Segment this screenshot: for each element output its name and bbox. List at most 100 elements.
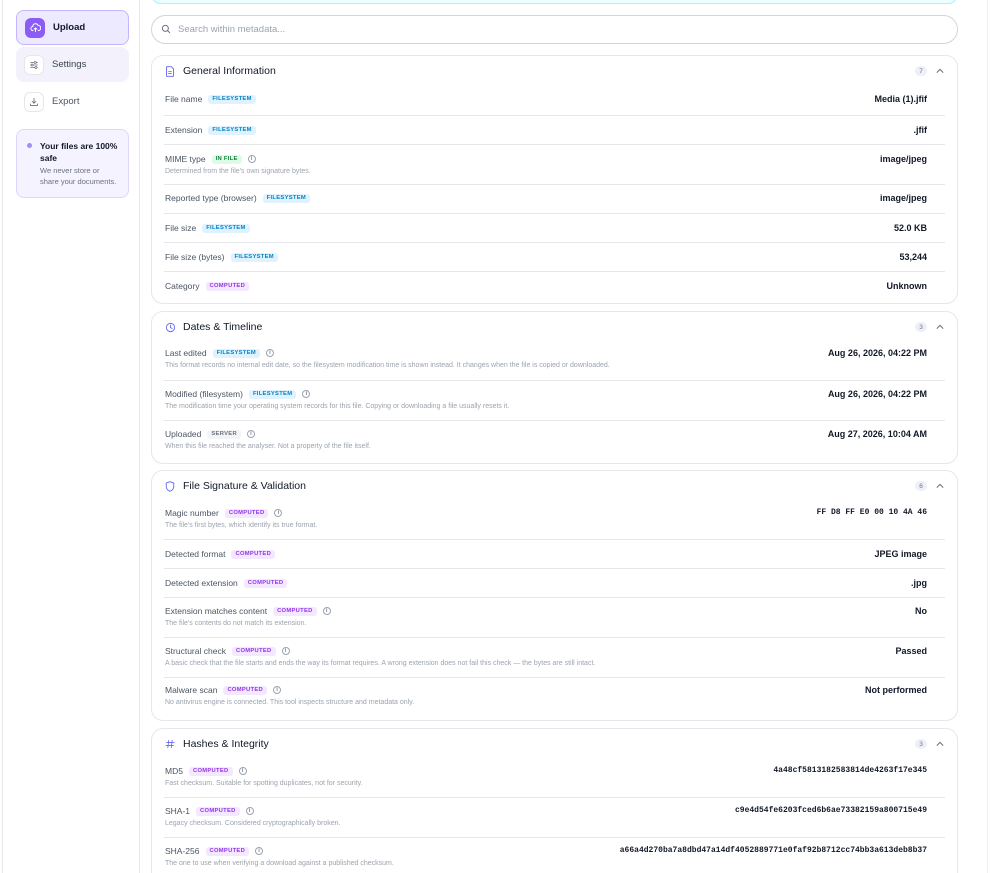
row-value: Media (1).jfif <box>874 94 927 104</box>
row-value: No <box>915 606 927 616</box>
info-icon[interactable]: i <box>255 847 264 855</box>
metadata-row: Uploaded SERVER i When this file reached th… <box>164 420 945 460</box>
window-border-left <box>2 0 3 873</box>
source-badge: FILESYSTEM <box>230 252 278 262</box>
clock-icon <box>164 321 176 333</box>
metadata-row: SHA-1 COMPUTED i Legacy checksum. Considere… <box>164 797 945 837</box>
info-icon[interactable]: i <box>302 390 311 398</box>
row-label: Category <box>165 281 200 291</box>
metadata-row: Detected format COMPUTED JPEG image <box>164 539 945 568</box>
row-label: MIME type <box>165 154 206 164</box>
download-icon <box>24 91 44 112</box>
metadata-row: Extension FILESYSTEM .jfif <box>164 115 945 144</box>
source-badge: IN FILE <box>211 154 242 164</box>
row-label: Magic number <box>165 508 219 518</box>
source-badge: COMPUTED <box>188 766 233 776</box>
chevron-up-icon[interactable] <box>935 322 945 332</box>
row-label: MD5 <box>165 766 183 776</box>
metadata-row: File size (bytes) FILESYSTEM 53,244 <box>164 242 945 271</box>
section-title: General Information <box>183 65 276 77</box>
row-description: The file's contents do not match its ext… <box>165 620 307 627</box>
row-value: c9e4d54fe6203fced6b6ae73382159a800715e49 <box>734 806 927 815</box>
source-badge: FILESYSTEM <box>202 223 250 233</box>
privacy-notice-text: We never store or share your documents. <box>40 166 117 186</box>
row-value: JPEG image <box>874 549 927 559</box>
source-badge: FILESYSTEM <box>208 125 256 135</box>
row-label: Last edited <box>165 348 207 358</box>
row-label: File size (bytes) <box>165 252 225 262</box>
source-badge: SERVER <box>207 429 241 439</box>
section-title: Hashes & Integrity <box>183 738 269 750</box>
section-dates-timeline: Dates & Timeline 3 Last edited FILESYSTEM… <box>151 311 958 464</box>
row-value: image/jpeg <box>879 193 927 203</box>
section-title: Dates & Timeline <box>183 321 263 333</box>
source-badge: FILESYSTEM <box>262 193 311 203</box>
section-header[interactable]: Hashes & Integrity 3 <box>152 729 957 759</box>
info-icon[interactable]: i <box>247 155 256 163</box>
row-value: .jfif <box>913 125 928 135</box>
chevron-up-icon[interactable] <box>935 739 945 749</box>
metadata-row: Magic number COMPUTED i The file's first by… <box>164 501 945 539</box>
info-icon[interactable]: i <box>246 430 255 438</box>
metadata-row: File size FILESYSTEM 52.0 KB <box>164 213 945 242</box>
row-label: File name <box>165 94 203 104</box>
chevron-up-icon[interactable] <box>935 481 945 491</box>
source-badge: COMPUTED <box>231 549 276 559</box>
hash-icon <box>164 738 176 750</box>
info-icon[interactable]: i <box>273 686 282 694</box>
source-badge: COMPUTED <box>231 646 276 656</box>
section-general-information: General Information 7 File name FILESYSTE… <box>151 55 958 304</box>
row-value: Aug 27, 2026, 10:04 AM <box>827 429 927 439</box>
row-label: Uploaded <box>165 429 202 439</box>
metadata-row: Malware scan COMPUTED i No antivirus engine… <box>164 677 945 717</box>
row-value: a66a4d270ba7a8dbd47a14df4052889771e0faf9… <box>619 846 927 855</box>
sidebar-divider <box>139 0 140 873</box>
section-title: File Signature & Validation <box>183 480 306 492</box>
info-icon[interactable]: i <box>274 509 283 517</box>
section-header[interactable]: General Information 7 <box>152 56 957 86</box>
metadata-row: Structural check COMPUTED i A basic check t… <box>164 637 945 677</box>
source-badge: COMPUTED <box>223 685 268 695</box>
document-icon <box>164 65 176 77</box>
row-value: 52.0 KB <box>893 223 927 233</box>
sidebar-item-export[interactable]: Export <box>16 84 129 119</box>
metadata-search[interactable] <box>151 15 958 44</box>
metadata-row: MIME type IN FILE i Determined from the fil… <box>164 144 945 184</box>
source-badge: COMPUTED <box>196 806 240 816</box>
sidebar-item-label: Settings <box>52 59 87 70</box>
metadata-row: Category COMPUTED Unknown <box>164 271 945 301</box>
upload-banner-edge <box>151 0 958 4</box>
sidebar-item-upload[interactable]: Upload <box>16 10 129 45</box>
section-rows: MD5 COMPUTED i Fast checksum. Suitable for … <box>152 759 957 873</box>
chevron-up-icon[interactable] <box>935 66 945 76</box>
metadata-row: Last edited FILESYSTEM i This format record… <box>164 342 945 380</box>
row-label: Extension <box>165 125 203 135</box>
privacy-notice-title: Your files are 100% safe <box>40 141 118 163</box>
row-value: Aug 26, 2026, 04:22 PM <box>827 389 927 399</box>
info-icon[interactable]: i <box>238 767 247 775</box>
metadata-row: File name FILESYSTEM Media (1).jfif <box>164 86 945 115</box>
row-value: image/jpeg <box>879 154 927 164</box>
section-header[interactable]: Dates & Timeline 3 <box>152 312 957 342</box>
upload-cloud-icon <box>25 17 45 38</box>
info-icon[interactable]: i <box>281 647 290 655</box>
info-icon[interactable]: i <box>322 607 331 615</box>
section-rows: Last edited FILESYSTEM i This format record… <box>152 342 957 460</box>
section-hashes-integrity: Hashes & Integrity 3 MD5 COMPUTED i Fast ch… <box>151 728 958 873</box>
info-icon[interactable]: i <box>245 807 254 815</box>
row-description: Fast checksum. Suitable for spotting dup… <box>165 780 363 787</box>
metadata-row: Extension matches content COMPUTED i The fi… <box>164 597 945 637</box>
sidebar-item-settings[interactable]: Settings <box>16 47 129 82</box>
row-value: 53,244 <box>899 252 927 262</box>
info-icon[interactable]: i <box>266 349 274 357</box>
row-value: Unknown <box>886 281 928 291</box>
row-value: .jpg <box>911 578 927 588</box>
search-input[interactable] <box>178 24 878 35</box>
row-value: Not performed <box>864 685 927 695</box>
row-description: A basic check that the file starts and e… <box>165 660 596 667</box>
sliders-icon <box>24 54 44 75</box>
section-header[interactable]: File Signature & Validation 6 <box>152 471 957 501</box>
row-description: No antivirus engine is connected. This t… <box>165 699 415 706</box>
window-border-right <box>987 0 988 873</box>
row-value: FF D8 FF E0 00 10 4A 46 <box>816 508 927 517</box>
